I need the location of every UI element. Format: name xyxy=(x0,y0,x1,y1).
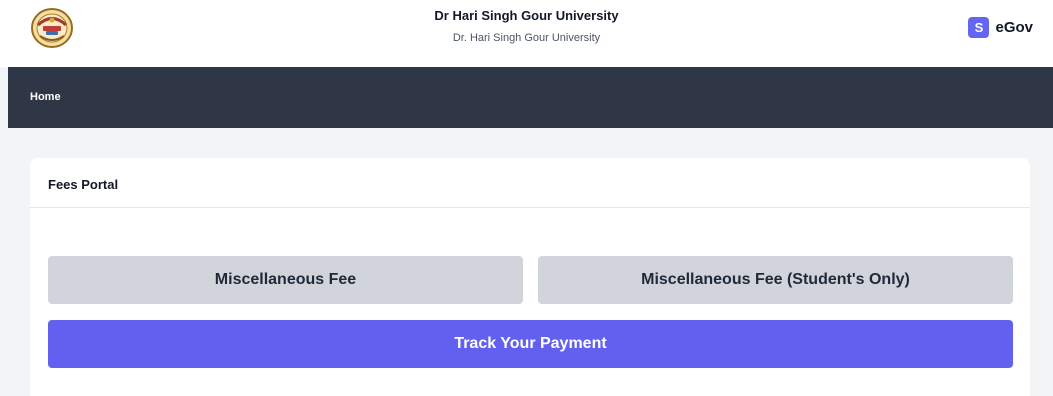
brand-name: eGov xyxy=(995,19,1033,36)
brand-badge-icon: S xyxy=(968,17,990,38)
miscellaneous-fee-button[interactable]: Miscellaneous Fee xyxy=(48,256,523,304)
nav-home-link[interactable]: Home xyxy=(30,91,61,103)
university-subtitle: Dr. Hari Singh Gour University xyxy=(452,32,601,44)
track-payment-button[interactable]: Track Your Payment xyxy=(48,320,1013,368)
card-title: Fees Portal xyxy=(30,158,1030,208)
university-title: Dr Hari Singh Gour University xyxy=(434,8,619,23)
fees-portal-card: Fees Portal Miscellaneous Fee Miscellane… xyxy=(30,158,1030,396)
main-navbar: Home xyxy=(8,67,1053,128)
top-header: Dr Hari Singh Gour University Dr. Hari S… xyxy=(0,0,1053,67)
egov-brand[interactable]: S eGov xyxy=(968,17,1033,38)
miscellaneous-fee-students-button[interactable]: Miscellaneous Fee (Student's Only) xyxy=(538,256,1013,304)
